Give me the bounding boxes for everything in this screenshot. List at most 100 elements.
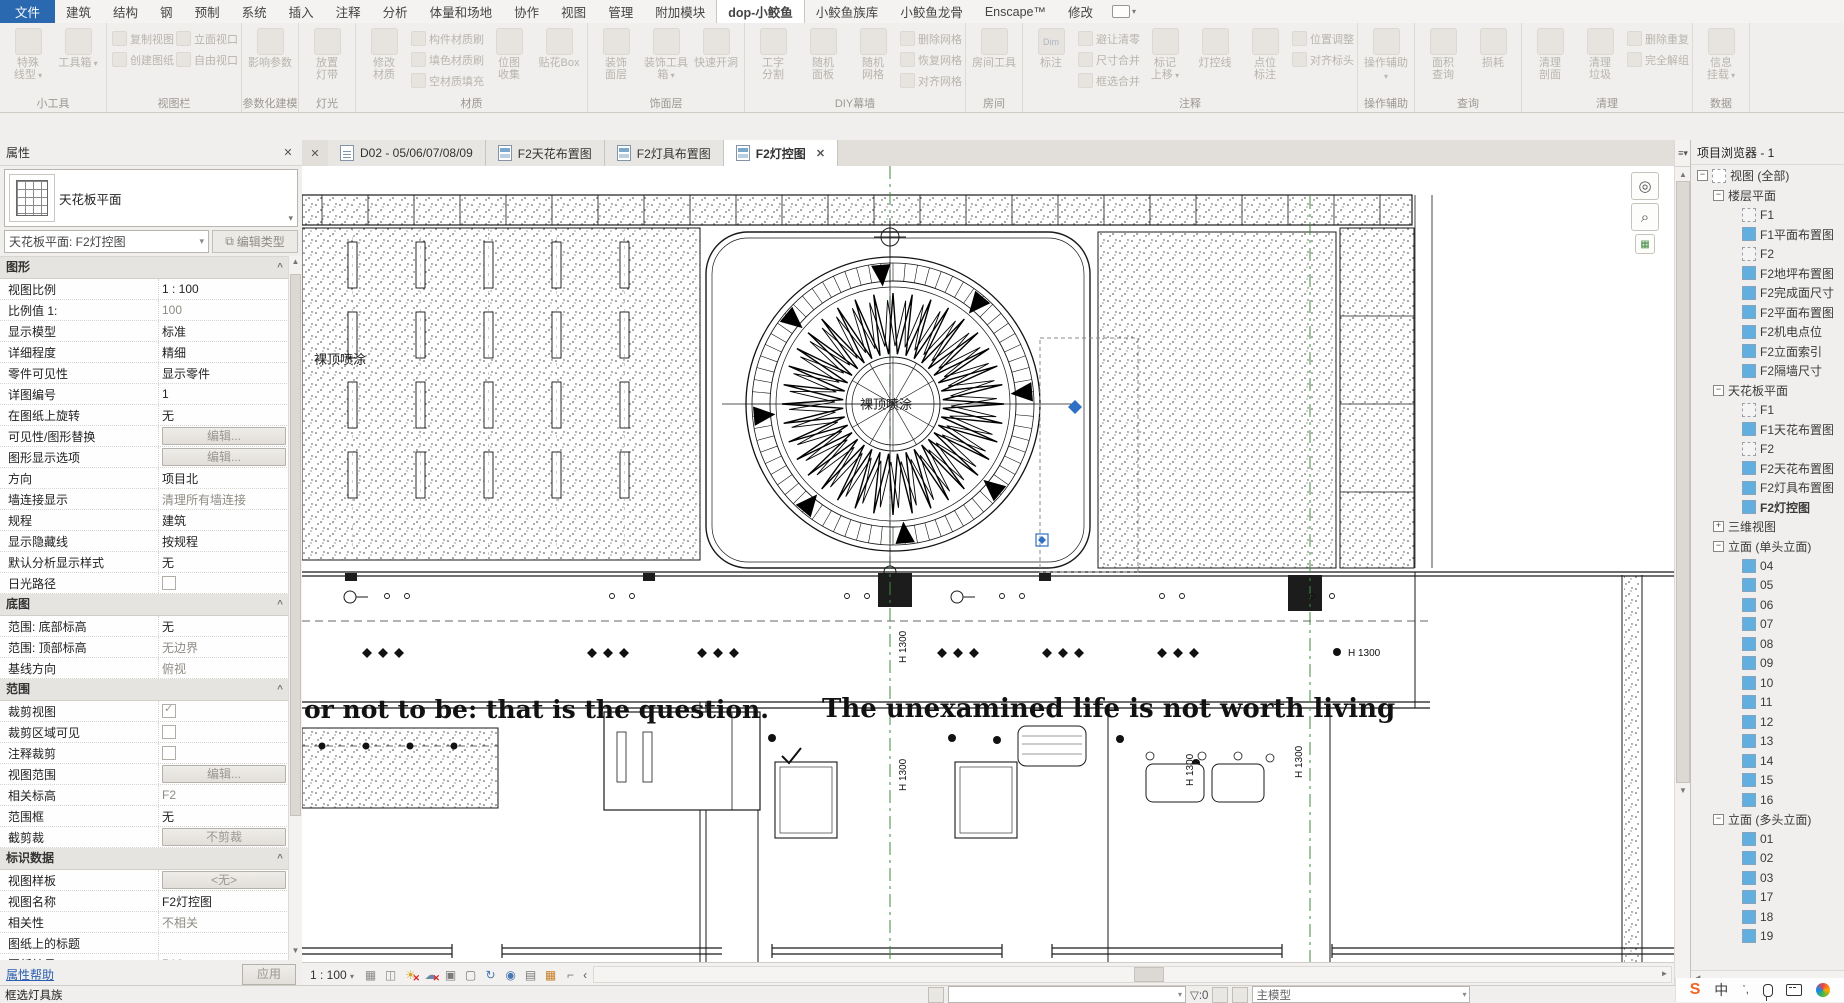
tree-item-36[interactable]: 03 [1691,868,1844,888]
property-edit-button[interactable]: 编辑... [162,448,286,466]
tree-item-29[interactable]: 13 [1691,732,1844,752]
collapse-icon[interactable]: − [1697,170,1708,181]
snipaste-icon[interactable]: S [1690,981,1701,999]
select-link-icon[interactable] [1212,987,1228,1003]
ribbon-button-2-0[interactable]: 影响参数 [245,25,295,69]
tree-item-24[interactable]: 08 [1691,634,1844,654]
property-checkbox[interactable] [162,576,176,590]
ribbon-tab-13[interactable]: 附加模块 [644,0,716,23]
scroll-up-icon[interactable]: ▲ [289,257,302,270]
ribbon-button-8-3[interactable]: 灯控线 [1190,25,1240,69]
ribbon-button-6-3-2[interactable]: 对齐网格 [898,70,962,91]
tree-item-32[interactable]: 16 [1691,790,1844,810]
tree-item-35[interactable]: 02 [1691,849,1844,869]
ribbon-button-4-1-1[interactable]: 填色材质刷 [409,49,484,70]
property-checkbox[interactable] [162,704,176,718]
ribbon-button-11-2-0[interactable]: 删除重复 [1625,28,1689,49]
property-value[interactable]: 无 [162,554,174,571]
tree-item-5[interactable]: F2地坪布置图 [1691,264,1844,284]
ribbon-tab-8[interactable]: 分析 [372,0,419,23]
property-edit-button[interactable]: 不剪裁 [162,828,286,846]
ribbon-tab-2[interactable]: 结构 [102,0,149,23]
view-tab-0[interactable]: D02 - 05/06/07/08/09 [328,140,486,166]
property-value[interactable]: F2 [162,788,176,802]
tree-item-7[interactable]: F2平面布置图 [1691,303,1844,323]
tree-item-22[interactable]: 06 [1691,595,1844,615]
tree-item-39[interactable]: 19 [1691,927,1844,947]
shadows-off-icon[interactable]: ☁✕ [422,966,439,983]
tree-item-26[interactable]: 10 [1691,673,1844,693]
collapse-icon[interactable]: − [1713,190,1724,201]
apply-button[interactable]: 应用 [242,964,296,985]
tree-item-18[interactable]: +三维视图 [1691,517,1844,537]
scroll-up-icon[interactable]: ▲ [1675,167,1691,181]
view-tab-1[interactable]: F2天花布置图 [486,140,605,166]
crop-region-icon[interactable]: ▢ [462,966,479,983]
tree-item-28[interactable]: 12 [1691,712,1844,732]
reveal-hidden-icon[interactable]: ◉ [502,966,519,983]
ribbon-button-8-5-0[interactable]: 位置调整 [1290,28,1354,49]
drawing-area[interactable]: 裸顶喷涂 裸顶喷涂 or not to be: that is the ques… [302,166,1674,962]
ribbon-button-1-0-0[interactable]: 复制视图 [110,28,174,49]
ribbon-button-1-1-1[interactable]: 自由视口 [174,49,238,70]
tree-item-4[interactable]: F2 [1691,244,1844,264]
ribbon-button-9-0[interactable]: 操作辅助 ▾ [1361,25,1411,83]
temporary-hide-icon[interactable]: ↻ [482,966,499,983]
ribbon-button-5-2[interactable]: 快速开洞 [691,25,741,69]
ribbon-tab-11[interactable]: 视图 [550,0,597,23]
view-scale-button[interactable]: 1 : 100 ▾ [302,968,362,982]
tree-item-19[interactable]: −立面 (单头立面) [1691,537,1844,557]
ribbon-button-6-3-1[interactable]: 恢复网格 [898,49,962,70]
ribbon-button-6-1[interactable]: 随机面板 [798,25,848,81]
ribbon-button-4-1-2[interactable]: 空材质填充 [409,70,484,91]
ribbon-button-6-3-0[interactable]: 删除网格 [898,28,962,49]
property-value[interactable]: 无边界 [162,639,198,656]
ribbon-tab-18[interactable]: 修改 [1057,0,1104,23]
ribbon-tab-4[interactable]: 预制 [184,0,231,23]
tree-item-11[interactable]: −天花板平面 [1691,381,1844,401]
canvas-horizontal-scrollbar[interactable]: ► [593,966,1672,983]
ribbon-button-6-0[interactable]: 工字分割 [748,25,798,81]
property-checkbox[interactable] [162,725,176,739]
ribbon-button-11-1[interactable]: 清理垃圾 [1575,25,1625,81]
tree-item-34[interactable]: 01 [1691,829,1844,849]
ribbon-tab-15[interactable]: 小鲛鱼族库 [805,0,890,23]
design-option-select[interactable]: 主模型▾ [1252,986,1470,1003]
model-text-quote-right[interactable]: The unexamined life is not worth living [822,694,1395,724]
property-value[interactable]: 精细 [162,344,186,361]
ribbon-tab-10[interactable]: 协作 [503,0,550,23]
ribbon-tab-12[interactable]: 管理 [597,0,644,23]
properties-scrollbar[interactable]: ▲ ▼ [288,256,302,960]
tree-item-2[interactable]: F1 [1691,205,1844,225]
collapse-icon[interactable]: ‹ [583,968,587,982]
steering-wheel-icon[interactable]: ◎ [1631,172,1659,200]
property-section-28[interactable]: 标识数据^ [0,848,289,870]
property-value[interactable]: 标准 [162,323,186,340]
ribbon-tab-5[interactable]: 系统 [231,0,278,23]
ribbon-button-4-3[interactable]: 贴花Box [534,25,584,69]
tab-list-icon[interactable]: ≡▾ [1675,140,1691,167]
ribbon-button-6-2[interactable]: 随机网格 [848,25,898,81]
ribbon-tab-14[interactable]: dop-小鲛鱼 [716,0,805,23]
workset-select[interactable]: ▾ [948,986,1186,1003]
property-value[interactable]: 1 : 100 [162,282,199,296]
ribbon-tab-3[interactable]: 钢 [149,0,184,23]
type-selector[interactable]: 天花板平面 ▾ [4,169,298,227]
ribbon-button-5-1[interactable]: 装饰工具箱 ▾ [641,25,691,82]
property-value[interactable]: 显示零件 [162,365,210,382]
worksets-icon[interactable] [928,987,944,1003]
ime-chinese-icon[interactable]: 中 [1714,980,1728,1000]
tree-item-6[interactable]: F2完成面尺寸 [1691,283,1844,303]
tree-item-12[interactable]: F1 [1691,400,1844,420]
tree-item-0[interactable]: −视图 (全部) [1691,166,1844,186]
ribbon-tab-9[interactable]: 体量和场地 [419,0,504,23]
tree-item-13[interactable]: F1天花布置图 [1691,420,1844,440]
properties-help-link[interactable]: 属性帮助 [6,966,54,983]
ribbon-button-8-4[interactable]: 点位标注 [1240,25,1290,81]
selection-toggle-icon[interactable]: ▦ [1635,234,1655,254]
tree-item-20[interactable]: 04 [1691,556,1844,576]
filter-icon[interactable]: ▽:0 [1190,988,1208,1002]
property-value[interactable]: 项目北 [162,470,198,487]
ribbon-button-8-1-0[interactable]: 避让清零 [1076,28,1140,49]
edit-type-button[interactable]: ⧉ 编辑类型 [212,230,298,253]
